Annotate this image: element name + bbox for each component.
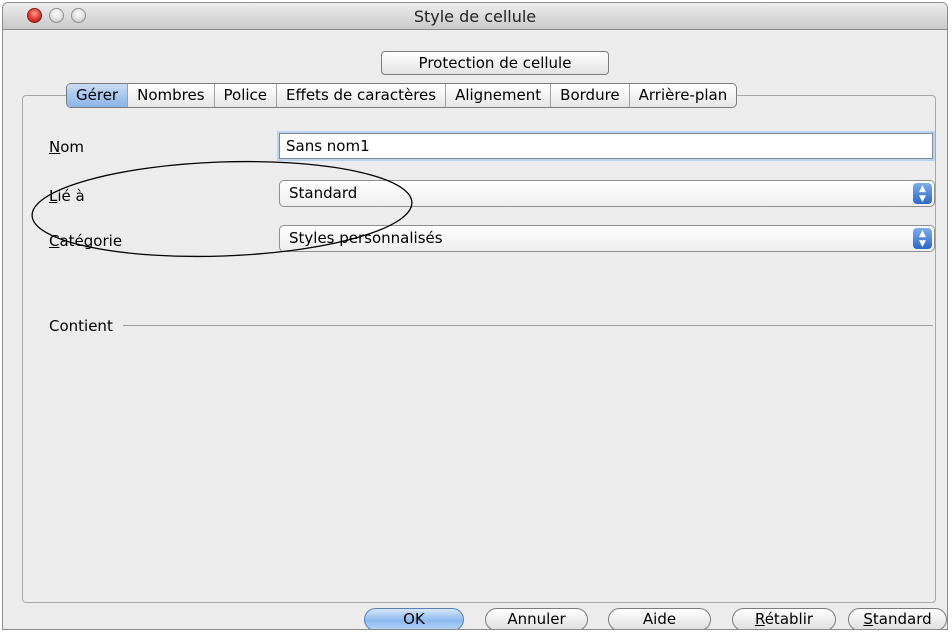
tab-panel xyxy=(22,95,936,603)
standard-button[interactable]: Standard xyxy=(848,608,947,629)
tab-bordure[interactable]: Bordure xyxy=(551,84,630,107)
help-button[interactable]: Aide xyxy=(608,608,711,629)
tab-protection-de-cellule[interactable]: Protection de cellule xyxy=(381,51,609,75)
linked-to-value: Standard xyxy=(289,184,358,202)
linked-to-select[interactable]: Standard ▲ ▼ xyxy=(279,180,935,207)
contains-section-divider xyxy=(123,325,933,326)
linked-to-label: Lié à xyxy=(49,187,85,205)
up-down-arrows-icon[interactable]: ▲ ▼ xyxy=(913,228,932,249)
category-label: Catégorie xyxy=(49,232,123,250)
tab-effets-de-caracteres[interactable]: Effets de caractères xyxy=(277,84,447,107)
up-down-arrows-icon[interactable]: ▲ ▼ xyxy=(913,183,932,204)
tab-alignement[interactable]: Alignement xyxy=(446,84,552,107)
title-bar: Style de cellule xyxy=(3,3,947,30)
category-select[interactable]: Styles personnalisés ▲ ▼ xyxy=(279,225,935,252)
tab-bar: Gérer Nombres Police Effets de caractère… xyxy=(66,83,738,108)
category-value: Styles personnalisés xyxy=(289,229,443,247)
dialog-window: Style de cellule Protection de cellule G… xyxy=(2,2,948,630)
name-input[interactable]: Sans nom1 xyxy=(279,133,933,159)
cancel-button[interactable]: Annuler xyxy=(485,608,588,629)
reset-button[interactable]: Rétablir xyxy=(732,608,836,629)
ok-button[interactable]: OK xyxy=(364,608,464,629)
window-title: Style de cellule xyxy=(413,7,537,26)
tab-police[interactable]: Police xyxy=(215,84,278,107)
contains-section-label: Contient xyxy=(49,317,119,335)
name-label: Nom xyxy=(49,138,85,156)
tab-gerer[interactable]: Gérer xyxy=(67,84,129,107)
tab-nombres[interactable]: Nombres xyxy=(128,84,215,107)
tab-arriere-plan[interactable]: Arrière-plan xyxy=(630,84,737,107)
